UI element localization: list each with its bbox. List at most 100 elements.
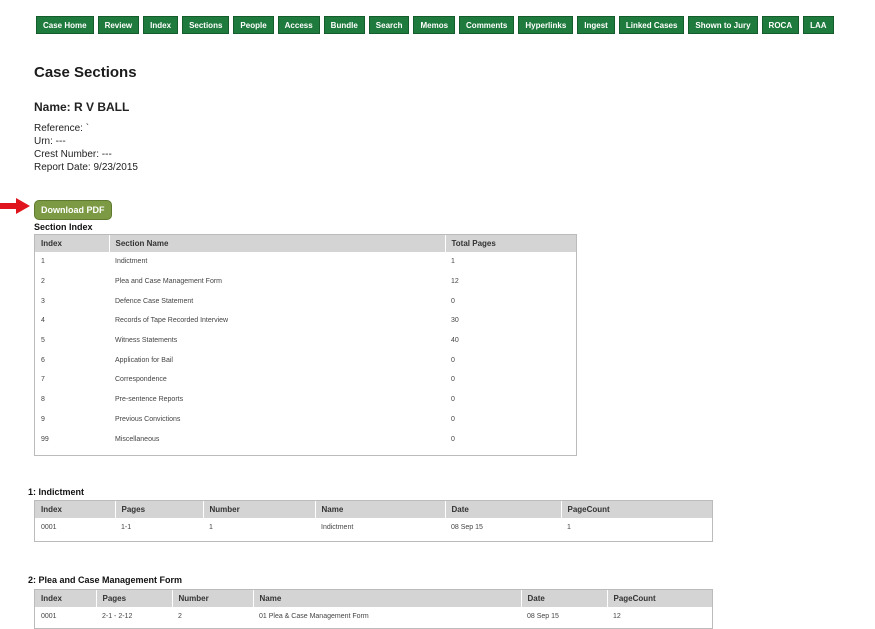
column-header: PageCount — [561, 501, 712, 518]
table-cell: Correspondence — [115, 376, 167, 384]
table-cell: Previous Convictions — [115, 415, 181, 423]
table-cell: 7 — [41, 376, 45, 384]
section-index-heading: Section Index — [34, 222, 93, 232]
nav-sections-button[interactable]: Sections — [182, 16, 230, 34]
column-header: Date — [521, 590, 608, 607]
table-cell: 99 — [41, 435, 49, 443]
table-cell: Witness Statements — [115, 337, 178, 345]
table-cell: 8 — [41, 396, 45, 404]
table-cell: 4 — [41, 317, 45, 325]
table-cell: Indictment — [321, 523, 354, 531]
nav-review-button[interactable]: Review — [97, 16, 140, 34]
column-header: Number — [172, 590, 254, 607]
table-cell: Indictment — [115, 258, 148, 266]
case-report-date: Report Date: 9/23/2015 — [34, 162, 138, 173]
nav-laa-button[interactable]: LAA — [803, 16, 834, 34]
red-arrow-icon — [0, 198, 30, 214]
column-header: Pages — [96, 590, 173, 607]
nav-memos-button[interactable]: Memos — [413, 16, 456, 34]
table-cell: 12 — [451, 278, 459, 286]
indictment-heading: 1: Indictment — [28, 487, 85, 497]
table-row: 3 Defence Case Statement 0 — [35, 291, 576, 311]
table-row: 1 Indictment 1 — [35, 252, 576, 272]
table-cell: 2 — [41, 278, 45, 286]
table-cell: 1 — [209, 523, 213, 531]
indictment-table: Index Pages Number Name Date PageCount 0001 1-… — [34, 500, 713, 542]
table-cell: 08 Sep 15 — [527, 612, 559, 620]
download-pdf-button[interactable]: Download PDF — [34, 200, 112, 220]
nav-people-button[interactable]: People — [233, 16, 274, 34]
table-row: 0001 2-1 - 2-12 2 01 Plea & Case Management… — [35, 607, 712, 625]
column-header: PageCount — [607, 590, 712, 607]
table-cell: 1-1 — [121, 523, 132, 531]
table-row: 8 Pre-sentence Reports 0 — [35, 390, 576, 410]
nav-bar: Case Home Review Index Sections People Access… — [36, 16, 838, 34]
table-cell: 40 — [451, 337, 459, 345]
table-cell: 0 — [451, 415, 455, 423]
table-cell: 0 — [451, 435, 455, 443]
table-cell: 30 — [451, 317, 459, 325]
table-cell: 0001 — [41, 612, 57, 620]
table-row: 99 Miscellaneous 0 — [35, 429, 576, 449]
table-cell: 0 — [451, 297, 455, 305]
table-row: 6 Application for Bail 0 — [35, 350, 576, 370]
column-header: Index — [35, 235, 110, 252]
table-cell: 2-1 - 2-12 — [102, 612, 133, 620]
column-header: Name — [253, 590, 522, 607]
table-cell: 1 — [41, 258, 45, 266]
table-cell: 9 — [41, 415, 45, 423]
table-row: 4 Records of Tape Recorded Interview 30 — [35, 311, 576, 331]
nav-search-button[interactable]: Search — [368, 16, 410, 34]
column-header: Total Pages — [445, 235, 576, 252]
table-cell: 1 — [451, 258, 455, 266]
column-header: Name — [315, 501, 446, 518]
case-meta: Reference: ` Urn: --- Crest Number: --- … — [34, 122, 138, 174]
nav-bundle-button[interactable]: Bundle — [323, 16, 365, 34]
table-cell: Records of Tape Recorded Interview — [115, 317, 229, 325]
top-bar: Case Home Review Index Sections People Access… — [0, 0, 875, 50]
table-cell: Miscellaneous — [115, 435, 160, 443]
main-content: Case Sections Name: R V BALL Reference: … — [28, 64, 854, 629]
nav-shown-to-jury-button[interactable]: Shown to Jury — [688, 16, 758, 34]
nav-case-home-button[interactable]: Case Home — [36, 16, 94, 34]
nav-roca-button[interactable]: ROCA — [761, 16, 800, 34]
column-header: Index — [35, 590, 97, 607]
section-index-table: Index Section Name Total Pages 1 Indictment… — [34, 234, 577, 456]
table-cell: 0 — [451, 356, 455, 364]
table-row: 0001 1-1 1 Indictment 08 Sep 15 1 — [35, 518, 712, 536]
column-header: Section Name — [109, 235, 446, 252]
table-cell: 0001 — [41, 523, 57, 531]
case-crest-number: Crest Number: --- — [34, 149, 112, 160]
table-cell: 6 — [41, 356, 45, 364]
table-cell: Pre-sentence Reports — [115, 396, 184, 404]
case-urn: Urn: --- — [34, 136, 66, 147]
plea-heading: 2: Plea and Case Management Form — [28, 575, 183, 585]
table-cell: 08 Sep 15 — [451, 523, 483, 531]
table-cell: 3 — [41, 297, 45, 305]
case-reference: Reference: ` — [34, 123, 90, 134]
table-cell: 2 — [178, 612, 182, 620]
table-row: 2 Plea and Case Management Form 12 — [35, 272, 576, 292]
table-cell: 5 — [41, 337, 45, 345]
table-cell: Plea and Case Management Form — [115, 278, 222, 286]
table-cell: 01 Plea & Case Management Form — [259, 612, 369, 620]
table-cell: 1 — [567, 523, 571, 531]
nav-comments-button[interactable]: Comments — [459, 16, 515, 34]
page-title: Case Sections — [34, 64, 137, 81]
case-name: Name: R V BALL — [34, 100, 130, 114]
nav-ingest-button[interactable]: Ingest — [577, 16, 615, 34]
table-row: 7 Correspondence 0 — [35, 370, 576, 390]
nav-index-button[interactable]: Index — [143, 16, 179, 34]
nav-hyperlinks-button[interactable]: Hyperlinks — [518, 16, 574, 34]
plea-table: Index Pages Number Name Date PageCount 0001 2-… — [34, 589, 713, 629]
nav-linked-cases-button[interactable]: Linked Cases — [618, 16, 685, 34]
table-cell: Defence Case Statement — [115, 297, 194, 305]
table-cell: 0 — [451, 376, 455, 384]
table-cell: 12 — [613, 612, 621, 620]
nav-access-button[interactable]: Access — [277, 16, 320, 34]
column-header: Date — [445, 501, 562, 518]
column-header: Index — [35, 501, 116, 518]
table-cell: Application for Bail — [115, 356, 173, 364]
column-header: Pages — [115, 501, 204, 518]
table-cell: 0 — [451, 396, 455, 404]
